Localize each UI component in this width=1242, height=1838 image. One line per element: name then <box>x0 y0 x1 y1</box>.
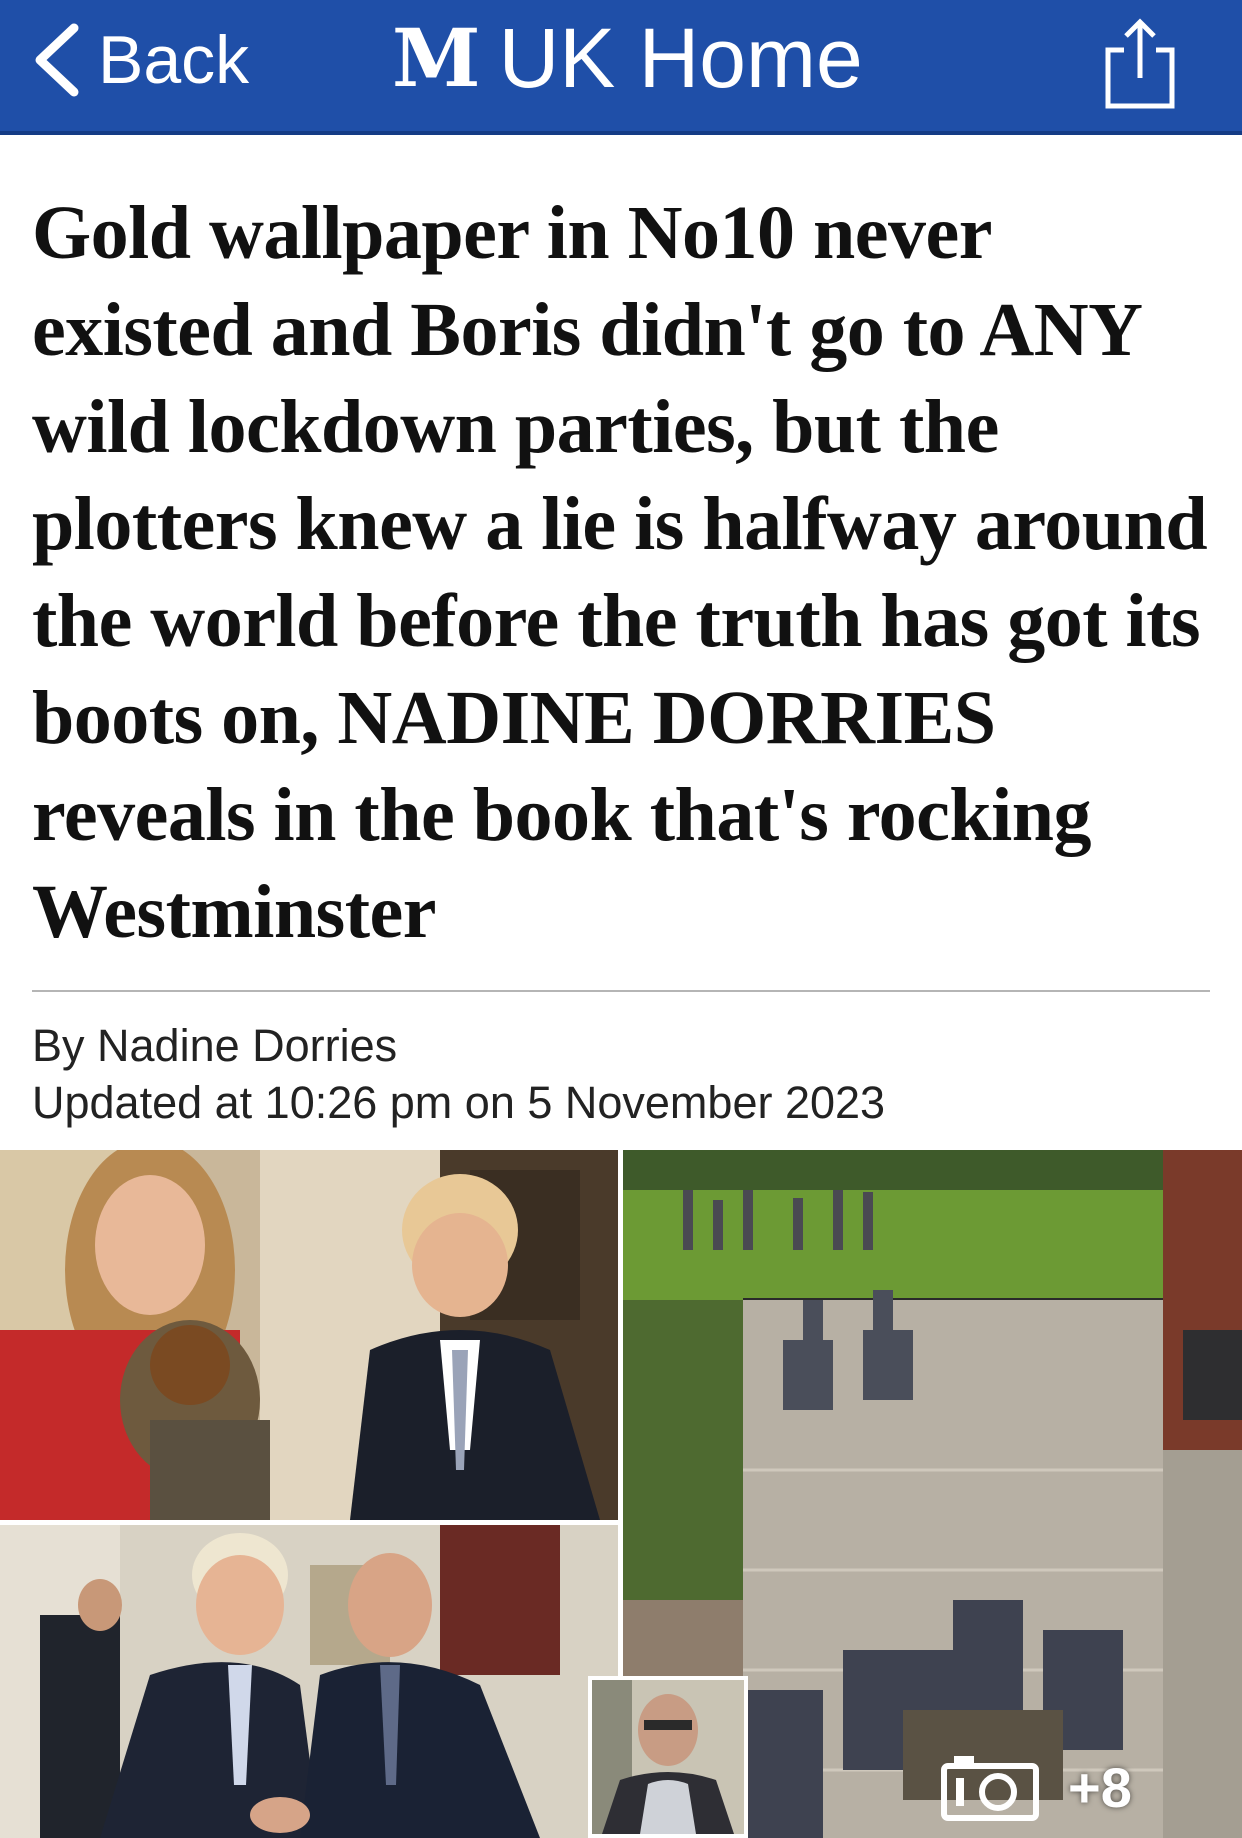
photo-couple-image <box>0 1150 618 1520</box>
chevron-left-icon <box>35 23 79 97</box>
share-button[interactable] <box>1100 14 1180 114</box>
camera-icon <box>941 1756 1039 1821</box>
gallery-count: +8 <box>1068 1755 1132 1819</box>
top-navigation-bar: Back M UK Home <box>0 0 1242 135</box>
share-icon <box>1105 18 1175 109</box>
logo-mark: M <box>392 11 481 105</box>
photo-handshake-image <box>0 1525 618 1838</box>
article-photo-couple[interactable] <box>0 1150 618 1520</box>
divider <box>32 990 1210 992</box>
section-title: UK Home <box>498 10 863 105</box>
updated-timestamp: Updated at 10:26 pm on 5 November 2023 <box>32 1077 886 1128</box>
author-byline: By Nadine Dorries <box>32 1020 398 1071</box>
site-logo: M UK Home <box>392 8 863 108</box>
article-headline: Gold wallpaper in No10 never existed and… <box>32 191 1208 954</box>
back-button[interactable]: Back <box>28 10 249 110</box>
article-photo-portrait[interactable] <box>588 1676 748 1838</box>
article-photo-handshake[interactable] <box>0 1525 618 1838</box>
back-label: Back <box>98 22 250 98</box>
photo-portrait-image <box>592 1680 744 1834</box>
gallery-badge[interactable]: +8 <box>940 1752 1132 1822</box>
